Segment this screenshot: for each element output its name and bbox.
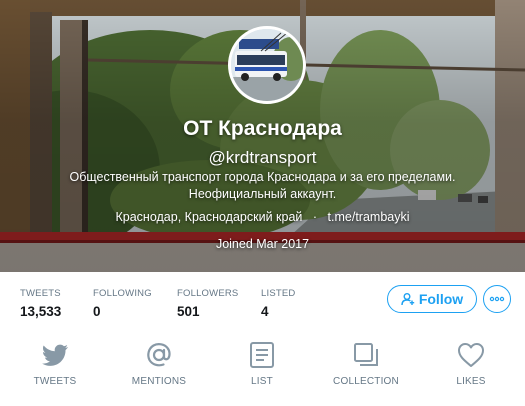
list-icon (250, 342, 274, 368)
tab-label: MENTIONS (131, 376, 187, 387)
tab-label: COLLECTION (333, 376, 399, 387)
follow-label: Follow (418, 291, 464, 307)
stat-listed[interactable]: LISTED 4 (261, 288, 295, 319)
stat-label: TWEETS (20, 288, 61, 299)
tab-mentions[interactable]: MENTIONS (119, 334, 199, 406)
profile-location: Краснодар, Краснодарский край (115, 210, 303, 224)
profile-website-link[interactable]: t.me/trambayki (328, 210, 410, 224)
stat-label: FOLLOWING (93, 288, 152, 299)
tab-list[interactable]: LIST (222, 334, 302, 406)
profile-meta: Краснодар, Краснодарский край · t.me/tra… (0, 210, 525, 224)
stat-value: 13,533 (20, 304, 62, 319)
more-button[interactable] (483, 285, 511, 313)
profile-name: ОТ Краснодара (183, 117, 342, 140)
stat-value: 501 (177, 304, 200, 319)
stat-label: LISTED (261, 288, 296, 299)
profile-joined-date: Joined Mar 2017 (215, 237, 310, 251)
bird-icon (42, 344, 68, 366)
stat-following[interactable]: FOLLOWING 0 (93, 288, 152, 319)
stat-value: 0 (93, 304, 101, 319)
stat-tweets[interactable]: TWEETS 13,533 (20, 288, 61, 319)
profile-handle: @krdtransport (208, 148, 317, 167)
stat-label: FOLLOWERS (177, 288, 239, 299)
profile-bio: Общественный транспорт города Краснодара… (40, 169, 485, 203)
follow-button[interactable]: Follow (387, 285, 477, 313)
stat-followers[interactable]: FOLLOWERS 501 (177, 288, 238, 319)
at-icon (147, 343, 171, 367)
bio-line: Общественный транспорт города Краснодара… (69, 170, 456, 184)
stat-value: 4 (261, 304, 269, 319)
tab-label: LIST (251, 376, 273, 387)
bio-line: Неофициальный аккаунт. (188, 187, 337, 201)
tab-label: TWEETS (33, 376, 77, 387)
trolleybus-photo (231, 29, 303, 101)
tab-tweets[interactable]: TWEETS (15, 334, 95, 406)
profile-tab-bar: TWEETS MENTIONS LIST COLLECTION LIKES (0, 334, 525, 406)
tab-likes[interactable]: LIKES (431, 334, 511, 406)
tab-label: LIKES (456, 376, 486, 387)
add-user-icon (401, 293, 415, 306)
collection-icon (354, 343, 378, 366)
avatar[interactable] (228, 26, 306, 104)
more-icon (489, 296, 505, 302)
tab-collection[interactable]: COLLECTION (326, 334, 406, 406)
heart-icon (458, 343, 484, 367)
meta-separator: · (312, 210, 318, 224)
